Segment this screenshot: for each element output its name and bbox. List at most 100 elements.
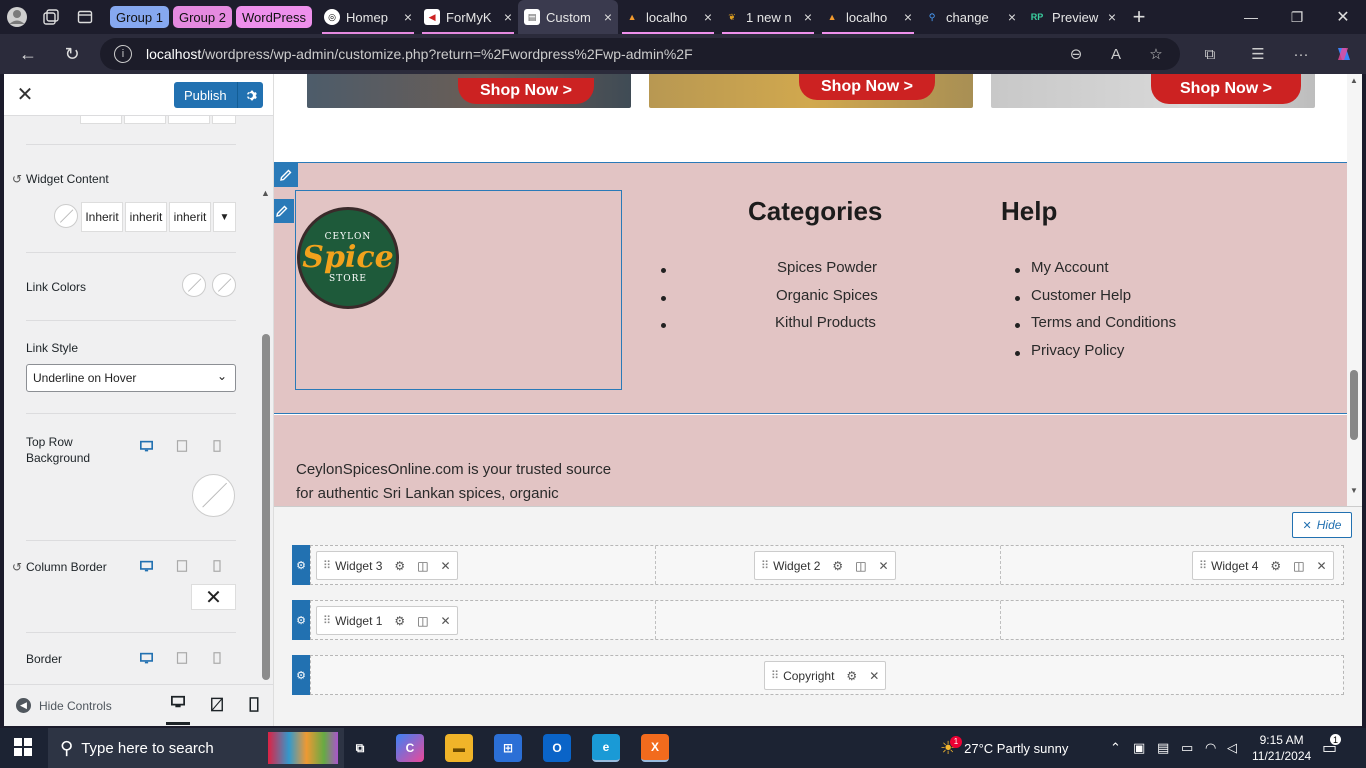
reset-icon[interactable]: ↺ <box>12 172 22 186</box>
builder-row-body[interactable]: ⠿ Widget 3 ⚙ ◫ ✕ ⠿ Widget 2 ⚙ ◫ ✕ ⠿ Widget 4 ⚙ ◫… <box>310 545 1344 585</box>
profile-icon[interactable] <box>0 0 34 34</box>
hide-controls-button[interactable]: ◀ Hide Controls <box>16 698 112 713</box>
favorites-icon[interactable]: ☰ <box>1242 38 1274 70</box>
widget-chip[interactable]: ⠿ Copyright ⚙ ✕ <box>764 661 887 690</box>
font-transform-field[interactable]: inherit <box>169 202 211 232</box>
scroll-up-icon[interactable]: ▲ <box>1350 76 1358 85</box>
desktop-icon[interactable] <box>140 440 156 456</box>
edit-pencil-icon[interactable] <box>274 163 298 187</box>
publish-button[interactable]: Publish <box>174 82 263 108</box>
columns-icon[interactable]: ◫ <box>417 559 428 573</box>
notifications-icon[interactable]: ▭ 1 <box>1322 728 1341 768</box>
shop-now-button[interactable]: Shop Now > <box>458 78 594 104</box>
meet-now-icon[interactable]: ▣ <box>1133 728 1145 768</box>
read-aloud-icon[interactable]: A <box>1100 38 1132 70</box>
remove-icon[interactable]: ✕ <box>1317 559 1327 573</box>
extensions-icon[interactable]: ⧉ <box>1194 38 1226 70</box>
close-tab-icon[interactable]: × <box>904 9 912 25</box>
mobile-icon[interactable] <box>212 560 228 576</box>
tab-group-1[interactable]: Group 1 <box>110 6 169 28</box>
wifi-icon[interactable]: ◠ <box>1205 728 1216 768</box>
builder-row-body[interactable]: ⠿ Widget 1 ⚙ ◫ ✕ <box>310 600 1344 640</box>
mobile-icon[interactable] <box>212 652 228 668</box>
file-explorer-icon[interactable]: ▬ <box>445 734 473 762</box>
footer-link[interactable]: Kithul Products <box>775 314 876 331</box>
scroll-down-icon[interactable]: ▼ <box>1350 486 1358 495</box>
remove-icon[interactable]: ✕ <box>441 559 451 573</box>
browser-tab[interactable]: ▲ localho × <box>818 0 918 34</box>
remove-icon[interactable]: ✕ <box>879 559 889 573</box>
desktop-icon[interactable] <box>140 560 156 576</box>
drag-handle-icon[interactable]: ⠿ <box>323 559 331 572</box>
close-tab-icon[interactable]: × <box>704 9 712 25</box>
link-hover-color-swatch[interactable] <box>212 273 236 297</box>
settings-gear-icon[interactable]: ⚙ <box>846 669 857 683</box>
builder-column[interactable] <box>656 601 1001 639</box>
copilot-taskbar-icon[interactable]: C <box>396 734 424 762</box>
close-window-icon[interactable]: ✕ <box>1320 0 1366 34</box>
scroll-thumb[interactable] <box>262 334 270 680</box>
columns-icon[interactable]: ◫ <box>855 559 866 573</box>
tab-group-wordpress[interactable]: WordPress <box>235 6 313 28</box>
drag-handle-icon[interactable]: ⠿ <box>1199 559 1207 572</box>
browser-tab[interactable]: ❦ 1 new n × <box>718 0 818 34</box>
columns-icon[interactable]: ◫ <box>1293 559 1304 573</box>
hide-builder-button[interactable]: ✕ Hide <box>1292 512 1352 538</box>
workspaces-icon[interactable] <box>34 0 68 34</box>
back-icon[interactable]: ← <box>10 36 46 72</box>
close-tab-icon[interactable]: × <box>804 9 812 25</box>
restore-icon[interactable]: ❐ <box>1274 0 1320 34</box>
footer-link[interactable]: My Account <box>1031 259 1109 276</box>
windows-start-icon[interactable] <box>14 738 32 756</box>
tablet-icon[interactable] <box>176 440 192 456</box>
widget-chip[interactable]: ⠿ Widget 3 ⚙ ◫ ✕ <box>316 551 458 580</box>
remove-icon[interactable]: ✕ <box>869 669 879 683</box>
color-swatch[interactable] <box>54 204 78 228</box>
row-settings-gear-icon[interactable]: ⚙ <box>292 655 310 695</box>
weather-widget[interactable]: ☀ 1 27°C Partly sunny <box>940 728 1068 768</box>
tab-actions-icon[interactable] <box>68 0 102 34</box>
drag-handle-icon[interactable]: ⠿ <box>771 669 779 682</box>
more-options-icon[interactable]: ··· <box>1285 38 1317 70</box>
remove-icon[interactable]: ✕ <box>441 614 451 628</box>
tablet-icon[interactable] <box>176 652 192 668</box>
url-field[interactable]: i localhost/wordpress/wp-admin/customize… <box>100 38 1180 70</box>
shop-now-button[interactable]: Shop Now > <box>1151 74 1301 104</box>
mobile-icon[interactable] <box>212 440 228 456</box>
drag-handle-icon[interactable]: ⠿ <box>761 559 769 572</box>
builder-row-body[interactable]: ⠿ Copyright ⚙ ✕ <box>310 655 1344 695</box>
row-settings-gear-icon[interactable]: ⚙ <box>292 545 310 585</box>
close-tab-icon[interactable]: × <box>1008 9 1016 25</box>
tablet-icon[interactable] <box>176 560 192 576</box>
panel-scrollbar[interactable]: ▲ ▼ <box>260 188 272 726</box>
settings-gear-icon[interactable]: ⚙ <box>832 559 843 573</box>
font-options-dropdown-icon[interactable]: ▼ <box>213 202 236 232</box>
zoom-icon[interactable]: ⊖ <box>1060 38 1092 70</box>
preview-tablet-icon[interactable] <box>210 697 224 712</box>
widget-chip[interactable]: ⠿ Widget 4 ⚙ ◫ ✕ <box>1192 551 1334 580</box>
preview-mobile-icon[interactable] <box>249 697 259 712</box>
logo-widget[interactable]: CEYLON Spice STORE <box>295 190 622 390</box>
copilot-icon[interactable] <box>1328 38 1360 70</box>
display-icon[interactable]: ▤ <box>1157 728 1169 768</box>
link-color-swatch[interactable] <box>182 273 206 297</box>
store-icon[interactable]: ⊞ <box>494 734 522 762</box>
settings-gear-icon[interactable]: ⚙ <box>1270 559 1281 573</box>
footer-link[interactable]: Privacy Policy <box>1031 342 1124 359</box>
widget-chip[interactable]: ⠿ Widget 1 ⚙ ◫ ✕ <box>316 606 458 635</box>
footer-link[interactable]: Terms and Conditions <box>1031 314 1176 331</box>
refresh-icon[interactable]: ↻ <box>54 36 90 72</box>
font-field-partial[interactable] <box>80 116 122 124</box>
new-tab-icon[interactable]: + <box>1122 0 1156 34</box>
top-row-background-swatch[interactable] <box>192 474 235 517</box>
info-icon[interactable]: i <box>114 45 132 63</box>
columns-icon[interactable]: ◫ <box>417 614 428 628</box>
battery-icon[interactable]: ▭ <box>1181 728 1193 768</box>
scroll-thumb[interactable] <box>1350 370 1358 440</box>
widget-chip[interactable]: ⠿ Widget 2 ⚙ ◫ ✕ <box>754 551 896 580</box>
close-tab-icon[interactable]: × <box>1108 9 1116 25</box>
minimize-icon[interactable]: — <box>1228 0 1274 34</box>
browser-tab[interactable]: ⚲ change × <box>918 0 1022 34</box>
desktop-icon[interactable] <box>140 652 156 668</box>
taskbar-search[interactable]: ⚲ Type here to search <box>48 728 344 768</box>
